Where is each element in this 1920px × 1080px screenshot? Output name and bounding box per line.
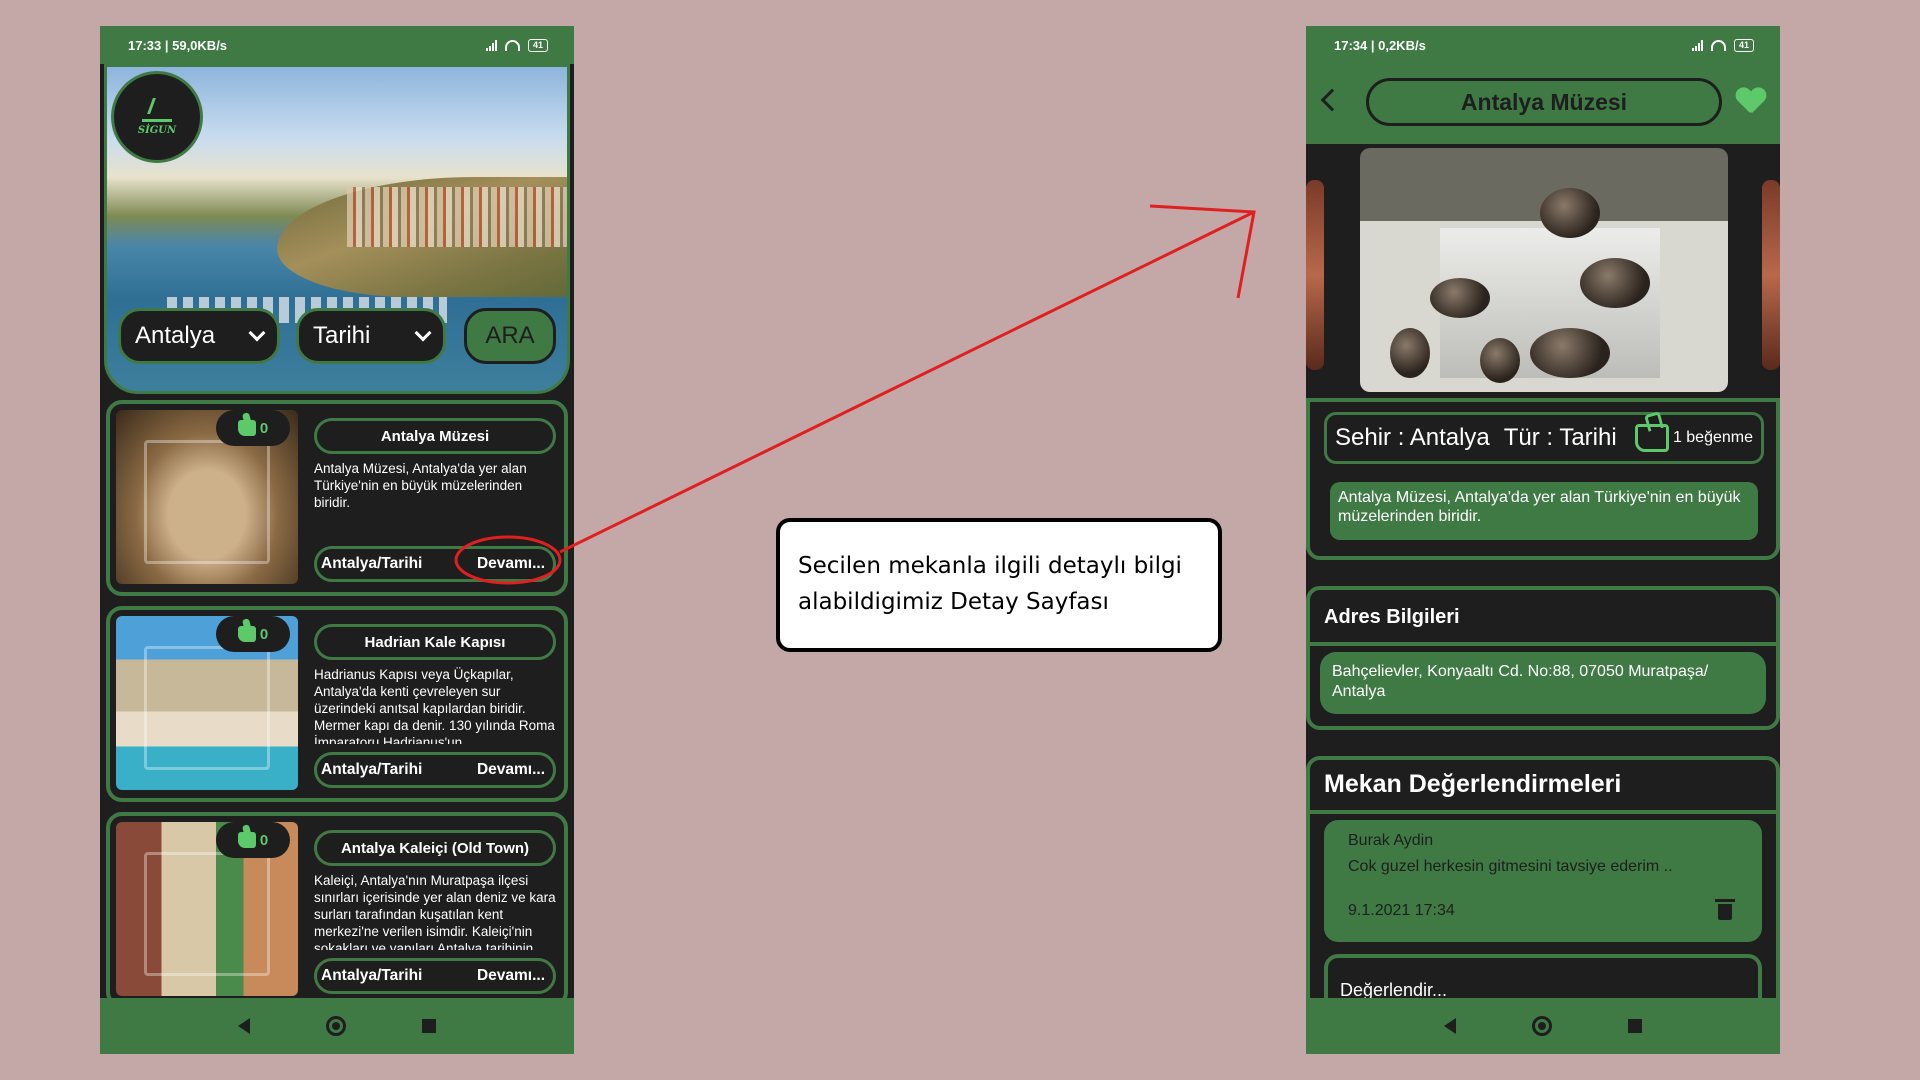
place-card[interactable]: 0 Antalya Kaleiçi (Old Town) Kaleiçi, An… (106, 812, 568, 1008)
app-logo: SİGUN (111, 71, 203, 163)
place-card[interactable]: 0 Hadrian Kale Kapısı Hadrianus Kapısı v… (106, 606, 568, 802)
android-nav-bar (100, 998, 574, 1054)
annotation-arrow-shaft (559, 210, 1255, 554)
place-tag: Antalya/Tarihi (321, 761, 423, 778)
type-label: Tür : Tarihi (1503, 424, 1617, 451)
thumbnail-detail (144, 646, 270, 770)
address-text: Bahçelievler, Konyaaltı Cd. No:88, 07050… (1320, 652, 1766, 714)
deer-icon (142, 98, 172, 122)
place-title: Antalya Kaleiçi (Old Town) (314, 830, 556, 866)
logo-text: SİGUN (137, 125, 177, 136)
recent-apps-icon[interactable] (1628, 1019, 1642, 1033)
gallery-artifact (1480, 338, 1520, 383)
status-time: 17:33 | 59,0KB/s (128, 37, 228, 53)
place-description: Antalya Müzesi, Antalya'da yer alan Türk… (314, 461, 527, 510)
place-card[interactable]: 0 Antalya Müzesi Antalya Müzesi, Antalya… (106, 400, 568, 596)
like-widget[interactable]: 1 beğenme (1634, 424, 1753, 452)
favorite-heart-icon[interactable] (1736, 88, 1766, 116)
chevron-down-icon (414, 324, 432, 342)
place-description: Antalya Müzesi, Antalya'da yer alan Türk… (1330, 482, 1758, 540)
signal-icon (1691, 39, 1703, 51)
address-panel: Adres Bilgileri Bahçelievler, Konyaaltı … (1306, 586, 1780, 730)
recent-apps-icon[interactable] (422, 1019, 436, 1033)
read-more-link[interactable]: Devamı... (477, 555, 545, 573)
card-footer: Antalya/Tarihi Devamı... (314, 752, 556, 788)
annotation-callout: Secilen mekanla ilgili detaylı bilgi ala… (776, 518, 1222, 652)
battery-icon: 41 (527, 38, 548, 52)
card-footer: Antalya/Tarihi Devamı... (314, 958, 556, 994)
detail-header: Antalya Müzesi (1306, 64, 1780, 144)
place-tag: Antalya/Tarihi (321, 967, 423, 984)
review-date: 9.1.2021 17:34 (1348, 902, 1455, 919)
like-count: 0 (259, 419, 269, 437)
like-badge[interactable]: 0 (216, 616, 290, 652)
city-label: Sehir : Antalya (1335, 424, 1490, 451)
like-count-label: 1 beğenme (1672, 429, 1753, 446)
category-dropdown[interactable]: Tarihi (296, 308, 446, 364)
page-title: Antalya Müzesi (1366, 78, 1722, 126)
like-count: 0 (259, 831, 269, 849)
detail-screen-phone: 17:34 | 0,2KB/s 41 Antalya Müzesi Sehir … (1306, 26, 1780, 1054)
back-arrow-icon[interactable] (1320, 88, 1344, 112)
thumbnail-detail (144, 440, 270, 564)
wifi-icon (504, 39, 520, 51)
read-more-link[interactable]: Devamı... (477, 967, 545, 985)
back-icon[interactable] (238, 1018, 250, 1034)
address-heading: Adres Bilgileri (1324, 606, 1460, 628)
status-icons: 41 (1691, 38, 1754, 52)
home-icon[interactable] (326, 1016, 346, 1036)
trash-icon[interactable] (1715, 899, 1735, 920)
hero-houses (347, 187, 567, 247)
status-icons: 41 (485, 38, 548, 52)
back-icon[interactable] (1444, 1018, 1456, 1034)
read-more-link[interactable]: Devamı... (477, 761, 545, 779)
search-button[interactable]: ARA (464, 308, 556, 364)
thumbnail-detail (144, 852, 270, 976)
info-panel: Sehir : Antalya Tür : Tarihi 1 beğenme A… (1306, 398, 1780, 560)
place-tag: Antalya/Tarihi (321, 555, 423, 572)
gallery-main-image (1360, 148, 1728, 392)
thumbs-up-icon[interactable] (1634, 424, 1669, 452)
battery-icon: 41 (1733, 38, 1754, 52)
gallery-artifact (1430, 278, 1490, 318)
android-nav-bar (1306, 998, 1780, 1054)
place-description: Kaleiçi, Antalya'nın Muratpaşa ilçesi sı… (314, 873, 556, 950)
list-screen-phone: 17:33 | 59,0KB/s 41 SİGUN Antalya Tarihi… (100, 26, 574, 1054)
thumbs-up-icon (237, 832, 256, 848)
wifi-icon (1710, 39, 1726, 51)
signal-icon (485, 39, 497, 51)
thumbs-up-icon (237, 626, 256, 642)
info-row: Sehir : Antalya Tür : Tarihi 1 beğenme (1324, 412, 1764, 464)
review-author: Burak Aydin (1348, 832, 1434, 849)
divider (1310, 642, 1776, 646)
image-gallery[interactable] (1306, 144, 1780, 396)
city-dropdown[interactable]: Antalya (118, 308, 280, 364)
chevron-down-icon (248, 324, 266, 342)
thumbs-up-icon (237, 420, 256, 436)
gallery-artifact (1540, 188, 1600, 238)
divider (1310, 810, 1776, 814)
gallery-next-image[interactable] (1762, 180, 1780, 370)
like-badge[interactable]: 0 (216, 822, 290, 858)
home-icon[interactable] (1532, 1016, 1552, 1036)
annotation-arrow-head (1149, 204, 1256, 299)
status-time: 17:34 | 0,2KB/s (1334, 37, 1426, 53)
gallery-artifact (1580, 258, 1650, 308)
city-dropdown-value: Antalya (135, 322, 216, 349)
place-title: Antalya Müzesi (314, 418, 556, 454)
like-badge[interactable]: 0 (216, 410, 290, 446)
like-count: 0 (259, 625, 269, 643)
reviews-heading: Mekan Değerlendirmeleri (1324, 770, 1622, 798)
category-dropdown-value: Tarihi (313, 322, 371, 349)
place-title: Hadrian Kale Kapısı (314, 624, 556, 660)
gallery-prev-image[interactable] (1306, 180, 1324, 370)
place-description: Hadrianus Kapısı veya Üçkapılar, Antalya… (314, 667, 555, 744)
review-card: Burak Aydin Cok guzel herkesin gitmesini… (1324, 820, 1762, 942)
status-bar: 17:34 | 0,2KB/s 41 (1306, 26, 1780, 64)
card-footer: Antalya/Tarihi Devamı... (314, 546, 556, 582)
gallery-artifact (1530, 328, 1610, 378)
status-bar: 17:33 | 59,0KB/s 41 (100, 26, 574, 64)
review-text: Cok guzel herkesin gitmesini tavsiye ede… (1348, 858, 1673, 875)
gallery-artifact (1390, 328, 1430, 378)
